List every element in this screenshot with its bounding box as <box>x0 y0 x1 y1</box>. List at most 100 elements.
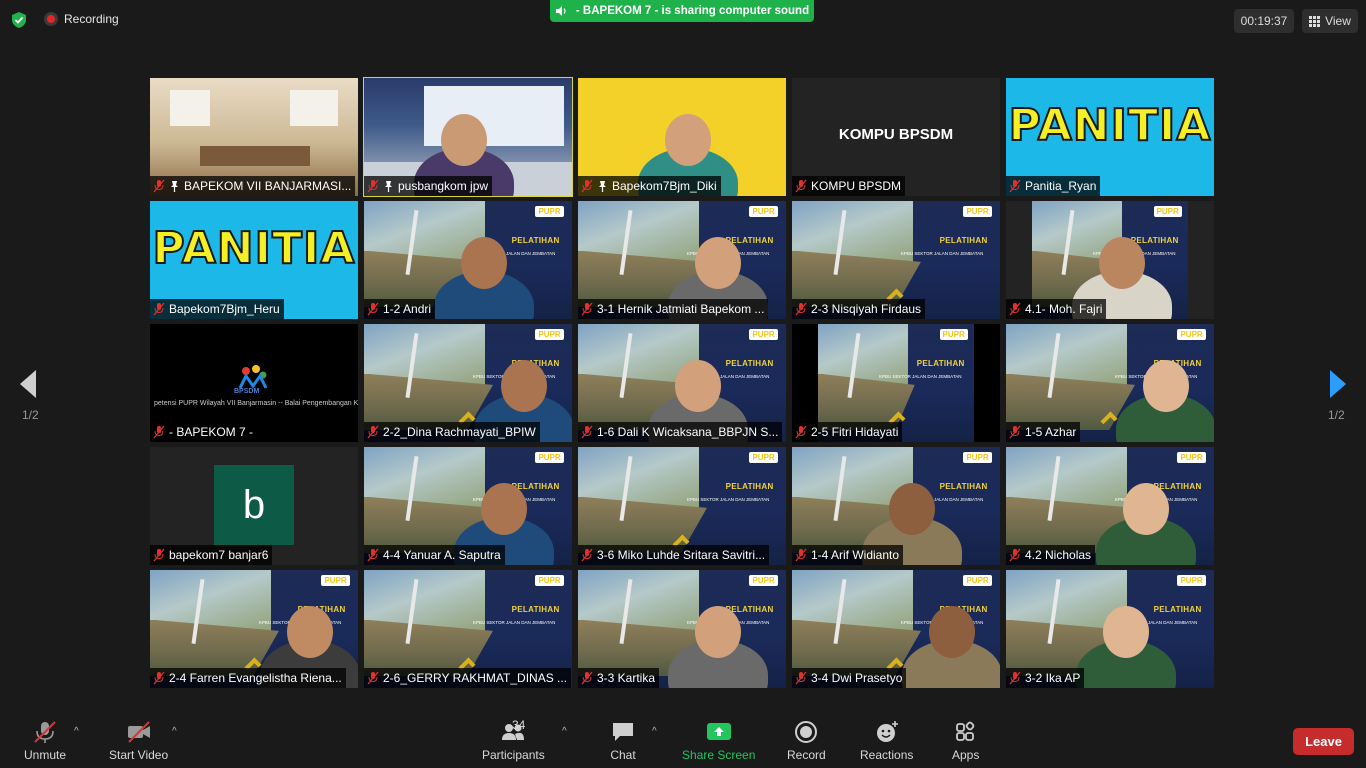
video-tile[interactable]: BAPEKOM VII BANJARMASI... <box>150 78 358 196</box>
microphone-muted-icon <box>367 179 379 193</box>
video-tile[interactable]: PUPRPELATIHANKPBU SEKTOR JALAN DAN JEMBA… <box>364 447 572 565</box>
start-video-label: Start Video <box>109 748 169 762</box>
view-button[interactable]: View <box>1302 9 1358 33</box>
record-dot-icon <box>44 12 58 26</box>
reactions-button[interactable]: Reactions <box>860 720 913 762</box>
apps-button[interactable]: Apps <box>952 720 979 762</box>
video-tile[interactable]: PUPRPELATIHANKPBU SEKTOR JALAN DAN JEMBA… <box>364 570 572 688</box>
participant-name: 2-3 Nisqiyah Firdaus <box>811 302 922 316</box>
video-tile[interactable]: b bapekom7 banjar6 <box>150 447 358 565</box>
participant-name-tag: 1-6 Dali K Wicaksana_BBPJN S... <box>578 422 783 442</box>
sharing-label: - BAPEKOM 7 - is sharing computer sound <box>575 5 810 17</box>
next-page-arrow-icon[interactable] <box>1326 366 1350 402</box>
record-button[interactable]: Record <box>787 720 826 762</box>
video-tile[interactable]: PUPRPELATIHANKPBU SEKTOR JALAN DAN JEMBA… <box>792 201 1000 319</box>
video-tile[interactable]: Bapekom7Bjm_Diki <box>578 78 786 196</box>
microphone-muted-icon <box>581 671 593 685</box>
start-video-button[interactable]: Start Video <box>109 720 168 762</box>
participant-name-tag: 3-4 Dwi Prasetyo <box>792 668 907 688</box>
previous-page-arrow-icon[interactable] <box>16 366 40 402</box>
participant-name-tag: Bapekom7Bjm_Diki <box>578 176 721 196</box>
banner-title: PELATIHAN <box>939 482 988 492</box>
kompu-text: KOMPU BPSDM <box>838 126 954 143</box>
backdrop-screen <box>290 90 338 126</box>
leave-button[interactable]: Leave <box>1293 728 1354 755</box>
unmute-button[interactable]: Unmute <box>24 720 66 762</box>
participant-name-tag: - BAPEKOM 7 - <box>150 422 258 442</box>
participant-name: BAPEKOM VII BANJARMASI... <box>184 179 352 193</box>
video-tile[interactable]: PUPRPELATIHANKPBU SEKTOR JALAN DAN JEMBA… <box>364 324 572 442</box>
participant-name: 1-4 Arif Widianto <box>811 548 900 562</box>
reactions-label: Reactions <box>860 748 914 762</box>
video-tile[interactable]: PANITIA Panitia_Ryan <box>1006 78 1214 196</box>
participant-head <box>695 606 741 658</box>
participant-name: 2-2_Dina Rachmayati_BPIW <box>383 425 536 439</box>
video-tile[interactable]: PUPRPELATIHANKPBU SEKTOR JALAN DAN JEMBA… <box>578 447 786 565</box>
sharing-banner[interactable]: - BAPEKOM 7 - is sharing computer sound <box>550 0 814 22</box>
participant-name-tag: Panitia_Ryan <box>1006 176 1101 196</box>
spotlight-pin-icon <box>385 181 392 192</box>
video-tile[interactable]: PUPRPELATIHANKPBU SEKTOR JALAN DAN JEMBA… <box>364 201 572 319</box>
banner-subtitle: KPBU SEKTOR JALAN DAN JEMBATAN <box>686 496 770 502</box>
video-tile[interactable]: PANITIA Bapekom7Bjm_Heru <box>150 201 358 319</box>
video-tile[interactable]: PUPRPELATIHANKPBU SEKTOR JALAN DAN JEMBA… <box>792 447 1000 565</box>
microphone-muted-icon <box>1009 302 1021 316</box>
pupr-logo: PUPR <box>535 328 564 340</box>
banner-subtitle: KPBU SEKTOR JALAN DAN JEMBATAN <box>472 619 556 625</box>
participant-name-tag: 2-5 Fitri Hidayati <box>792 422 903 442</box>
microphone-muted-icon <box>581 548 593 562</box>
participant-name-tag: Bapekom7Bjm_Heru <box>150 299 284 319</box>
shield-icon[interactable] <box>10 11 28 29</box>
video-tile[interactable]: PUPRPELATIHANKPBU SEKTOR JALAN DAN JEMBA… <box>1006 447 1214 565</box>
video-tile[interactable]: PUPRPELATIHANKPBU SEKTOR JALAN DAN JEMBA… <box>150 570 358 688</box>
video-tile[interactable]: PUPRPELATIHANKPBU SEKTOR JALAN DAN JEMBA… <box>578 324 786 442</box>
participants-button[interactable]: 34 Participants <box>482 718 545 762</box>
microphone-muted-icon <box>581 179 593 193</box>
chat-button[interactable]: Chat <box>610 720 636 762</box>
banner-title: PELATIHAN <box>916 359 965 369</box>
banner-title: PELATIHAN <box>725 359 774 369</box>
video-options-chevron-icon[interactable]: ^ <box>172 726 177 737</box>
video-tile[interactable]: PUPRPELATIHANKPBU SEKTOR JALAN DAN JEMBA… <box>792 324 1000 442</box>
participants-options-chevron-icon[interactable]: ^ <box>562 726 567 737</box>
pupr-logo: PUPR <box>1177 451 1206 463</box>
video-tile[interactable]: PUPRPELATIHANKPBU SEKTOR JALAN DAN JEMBA… <box>1006 324 1214 442</box>
participant-name-tag: 1-5 Azhar <box>1006 422 1081 442</box>
pupr-logo: PUPR <box>1153 205 1182 217</box>
video-tile[interactable]: PUPRPELATIHANKPBU SEKTOR JALAN DAN JEMBA… <box>792 570 1000 688</box>
video-tile[interactable]: PUPRPELATIHANKPBU SEKTOR JALAN DAN JEMBA… <box>1006 201 1214 319</box>
participant-name: 3-3 Kartika <box>597 671 656 685</box>
panitia-text: PANITIA <box>1008 99 1212 152</box>
video-camera-off-icon <box>127 721 150 743</box>
banner-subtitle: KPBU SEKTOR JALAN DAN JEMBATAN <box>879 373 962 379</box>
participant-name: 3-4 Dwi Prasetyo <box>811 671 903 685</box>
banner-title: PELATIHAN <box>511 605 560 615</box>
share-screen-button[interactable]: Share Screen <box>682 720 755 762</box>
participant-name: 3-1 Hernik Jatmiati Bapekom ... <box>597 302 765 316</box>
bpsdm-logo-text: BPSDM <box>234 388 260 395</box>
audio-options-chevron-icon[interactable]: ^ <box>74 726 79 737</box>
video-tile[interactable]: pusbangkom jpw <box>363 77 573 197</box>
participant-name-tag: 3-3 Kartika <box>578 668 660 688</box>
video-tile[interactable]: PUPRPELATIHANKPBU SEKTOR JALAN DAN JEMBA… <box>578 201 786 319</box>
avatar: b <box>214 465 294 545</box>
participant-name: 4-4 Yanuar A. Saputra <box>383 548 501 562</box>
video-tile[interactable]: PUPRPELATIHANKPBU SEKTOR JALAN DAN JEMBA… <box>1006 570 1214 688</box>
participant-name: 3-6 Miko Luhde Sritara Savitri... <box>597 548 766 562</box>
video-tile[interactable]: KOMPU BPSDM KOMPU BPSDM <box>792 78 1000 196</box>
video-tile[interactable]: BPSDM petensi PUPR Wilayah VII Banjarmasi… <box>150 324 358 442</box>
video-tile[interactable]: PUPRPELATIHANKPBU SEKTOR JALAN DAN JEMBA… <box>578 570 786 688</box>
participant-name: 2-6_GERRY RAKHMAT_DINAS ... <box>383 671 568 685</box>
gallery-grid: BAPEKOM VII BANJARMASI... pusbangkom jpw B… <box>150 77 1216 688</box>
participant-name-tag: 3-6 Miko Luhde Sritara Savitri... <box>578 545 770 565</box>
participant-name-tag: 1-2 Andri <box>364 299 436 319</box>
backdrop-screen <box>170 90 210 126</box>
participant-name: 1-6 Dali K Wicaksana_BBPJN S... <box>597 425 779 439</box>
chat-options-chevron-icon[interactable]: ^ <box>652 726 657 737</box>
participant-name-tag: 2-4 Farren Evangelistha Riena... <box>150 668 346 688</box>
stage-table <box>200 146 310 166</box>
microphone-muted-icon <box>153 548 165 562</box>
participant-name-tag: pusbangkom jpw <box>364 176 493 196</box>
participant-head <box>481 483 527 535</box>
recording-indicator[interactable]: Recording <box>44 12 119 26</box>
